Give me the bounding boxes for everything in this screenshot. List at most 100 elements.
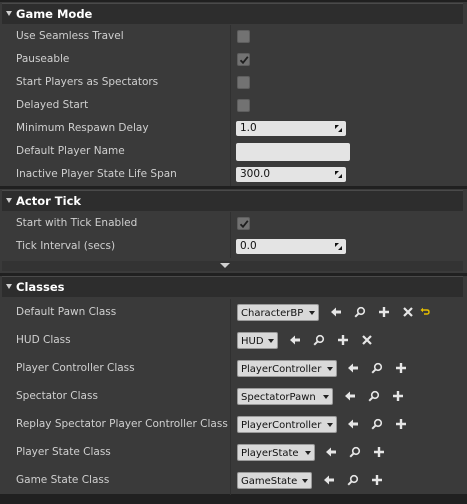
combo-value: PlayerController [241, 364, 322, 375]
plus-icon[interactable] [337, 334, 349, 346]
magnifier-icon[interactable] [371, 362, 383, 374]
expand-arrow-icon [220, 263, 230, 268]
arrow-left-icon[interactable] [344, 390, 356, 402]
delayed-start-checkbox[interactable] [237, 99, 250, 112]
advanced-expander[interactable] [2, 261, 463, 271]
replay-spectator-controller-combo[interactable]: PlayerController [237, 416, 337, 433]
column-divider[interactable] [230, 71, 231, 94]
default-pawn-class-combo[interactable]: CharacterBP [237, 304, 319, 321]
column-divider[interactable] [230, 467, 231, 495]
category-title: Game Mode [16, 7, 93, 21]
hud-class-combo[interactable]: HUD [237, 332, 278, 349]
arrow-left-icon[interactable] [347, 418, 359, 430]
property-label: Pauseable [16, 53, 70, 65]
column-divider[interactable] [230, 383, 231, 411]
drag-grip-icon[interactable] [334, 124, 343, 133]
property-label: Use Seamless Travel [16, 30, 124, 42]
inactive-lifespan-field[interactable]: 300.0 [236, 167, 346, 182]
plus-icon[interactable] [371, 474, 383, 486]
tick-interval-field[interactable]: 0.0 [236, 239, 346, 254]
property-label: Delayed Start [16, 99, 89, 111]
property-label: Start Players as Spectators [16, 76, 159, 88]
checkmark-icon [239, 56, 249, 65]
respawn-delay-field[interactable]: 1.0 [236, 121, 346, 136]
row-game-state-class: Game State Class GameState [2, 467, 463, 495]
property-label: Player Controller Class [16, 362, 135, 374]
chevron-down-icon [327, 367, 333, 371]
property-label: Tick Interval (secs) [16, 240, 116, 252]
arrow-left-icon[interactable] [325, 446, 337, 458]
checkmark-icon [239, 220, 249, 229]
spectator-class-combo[interactable]: SpectatorPawn [237, 388, 333, 405]
column-divider[interactable] [230, 94, 231, 117]
arrow-left-icon[interactable] [347, 362, 359, 374]
arrow-left-icon[interactable] [323, 474, 335, 486]
field-value: 1.0 [240, 122, 257, 134]
collapse-triangle-icon [6, 11, 12, 16]
combo-value: PlayerState [241, 448, 299, 459]
row-spectator-class: Spectator Class SpectatorPawn [2, 383, 463, 411]
column-divider[interactable] [230, 25, 231, 48]
seamless-travel-checkbox[interactable] [237, 30, 250, 43]
start-spectators-checkbox[interactable] [237, 76, 250, 89]
column-divider[interactable] [230, 163, 231, 186]
game-state-class-combo[interactable]: GameState [237, 472, 312, 489]
magnifier-icon[interactable] [349, 446, 361, 458]
reset-to-default-icon[interactable] [420, 306, 430, 316]
property-label: Player State Class [16, 446, 111, 458]
tick-enabled-checkbox[interactable] [237, 217, 250, 230]
column-divider[interactable] [230, 355, 231, 383]
row-inactive-state-lifespan: Inactive Player State Life Span 300.0 [2, 163, 463, 186]
column-divider[interactable] [230, 299, 231, 327]
row-default-player-name: Default Player Name [2, 140, 463, 163]
row-min-respawn-delay: Minimum Respawn Delay 1.0 [2, 117, 463, 140]
plus-icon[interactable] [395, 418, 407, 430]
plus-icon[interactable] [392, 390, 404, 402]
arrow-left-icon[interactable] [289, 334, 301, 346]
column-divider[interactable] [230, 48, 231, 71]
default-player-name-input[interactable] [236, 143, 350, 161]
property-label: Inactive Player State Life Span [16, 168, 177, 180]
row-use-seamless-travel: Use Seamless Travel [2, 25, 463, 48]
row-replay-spectator-controller-class: Replay Spectator Player Controller Class… [2, 411, 463, 439]
column-divider[interactable] [230, 212, 231, 235]
property-label: Default Player Name [16, 145, 125, 157]
column-divider[interactable] [230, 327, 231, 355]
player-controller-class-combo[interactable]: PlayerController [237, 360, 337, 377]
category-header-actor-tick[interactable]: Actor Tick [2, 190, 463, 211]
column-divider[interactable] [230, 411, 231, 439]
combo-value: GameState [241, 476, 298, 487]
field-value: 0.0 [240, 240, 257, 252]
row-delayed-start: Delayed Start [2, 94, 463, 117]
category-header-game-mode[interactable]: Game Mode [2, 3, 463, 24]
magnifier-icon[interactable] [368, 390, 380, 402]
magnifier-icon[interactable] [313, 334, 325, 346]
magnifier-icon[interactable] [354, 306, 366, 318]
row-player-controller-class: Player Controller Class PlayerController [2, 355, 463, 383]
magnifier-icon[interactable] [371, 418, 383, 430]
player-state-class-combo[interactable]: PlayerState [237, 444, 315, 461]
x-icon[interactable] [402, 306, 414, 318]
column-divider[interactable] [230, 117, 231, 140]
collapse-triangle-icon [6, 198, 12, 203]
chevron-down-icon [305, 451, 311, 455]
pauseable-checkbox[interactable] [237, 53, 250, 66]
drag-grip-icon[interactable] [334, 242, 343, 251]
chevron-down-icon [302, 479, 308, 483]
column-divider[interactable] [230, 140, 231, 163]
row-hud-class: HUD Class HUD [2, 327, 463, 355]
chevron-down-icon [309, 311, 315, 315]
column-divider[interactable] [230, 439, 231, 467]
combo-value: SpectatorPawn [241, 392, 316, 403]
category-title: Actor Tick [16, 194, 82, 208]
category-header-classes[interactable]: Classes [2, 276, 463, 297]
x-icon[interactable] [361, 334, 373, 346]
drag-grip-icon[interactable] [334, 170, 343, 179]
plus-icon[interactable] [395, 362, 407, 374]
chevron-down-icon [327, 423, 333, 427]
column-divider[interactable] [230, 235, 231, 258]
plus-icon[interactable] [378, 306, 390, 318]
magnifier-icon[interactable] [347, 474, 359, 486]
plus-icon[interactable] [373, 446, 385, 458]
arrow-left-icon[interactable] [330, 306, 342, 318]
